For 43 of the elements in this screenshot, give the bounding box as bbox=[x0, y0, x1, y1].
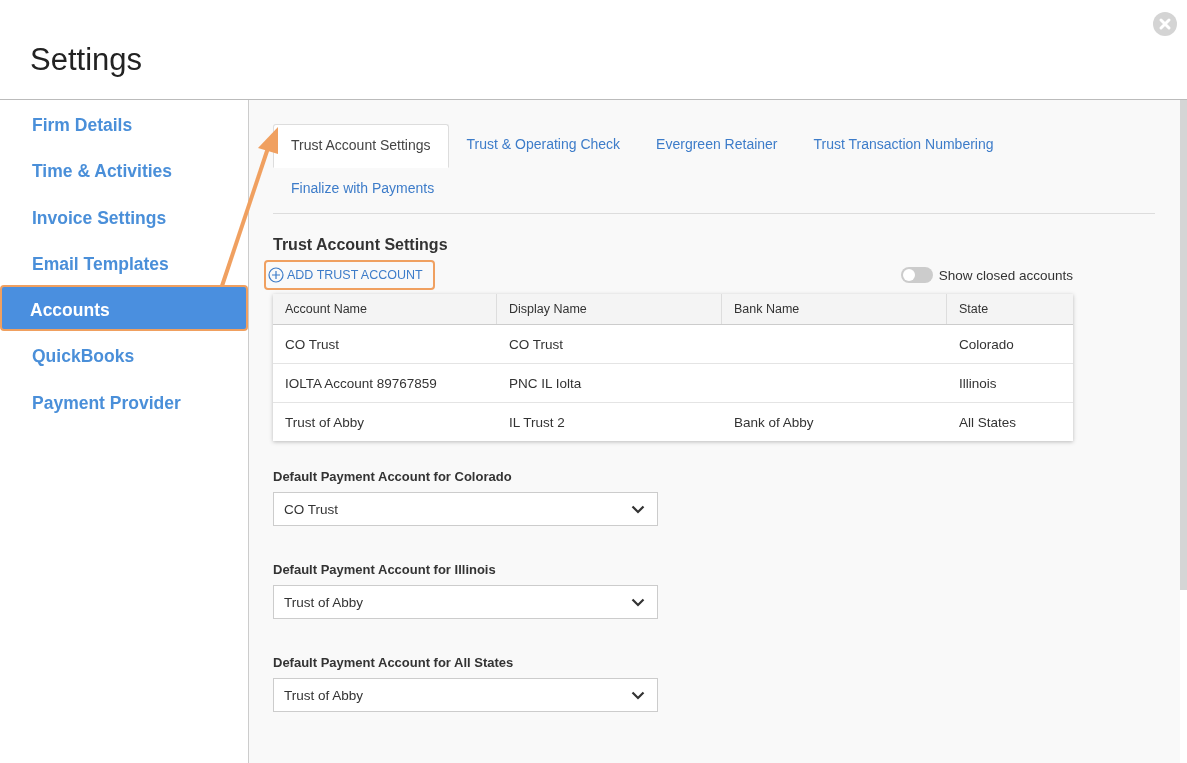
table-cell: Trust of Abby bbox=[285, 414, 365, 430]
field-label: Default Payment Account for All States bbox=[273, 655, 515, 670]
table-cell: Colorado bbox=[959, 336, 1014, 352]
sidebar-item[interactable]: Time & Activities bbox=[0, 146, 248, 193]
chevron-down-icon bbox=[631, 504, 645, 514]
tab[interactable]: Evergreen Retainer bbox=[638, 124, 796, 165]
table-cell: Illinois bbox=[959, 375, 997, 391]
tab[interactable]: Trust Transaction Numbering bbox=[795, 124, 1012, 165]
toggle-switch[interactable] bbox=[900, 267, 933, 283]
account-dropdown[interactable]: Trust of Abby bbox=[273, 678, 658, 712]
add-trust-account-button[interactable]: ADD TRUST ACCOUNT bbox=[264, 260, 435, 290]
table-cell: IL Trust 2 bbox=[509, 414, 565, 430]
column-header: State bbox=[958, 301, 990, 318]
table-cell: IOLTA Account 89767859 bbox=[285, 375, 437, 391]
table-cell: All States bbox=[959, 414, 1017, 430]
column-header: Bank Name bbox=[722, 294, 947, 324]
sidebar-item[interactable]: Firm Details bbox=[0, 100, 248, 147]
field-label: Default Payment Account for Colorado bbox=[273, 469, 513, 484]
sidebar-item[interactable]: QuickBooks bbox=[0, 331, 248, 378]
section-title: Trust Account Settings bbox=[273, 236, 449, 254]
chevron-down-icon bbox=[631, 690, 645, 700]
scrollbar[interactable] bbox=[1180, 100, 1187, 590]
table-cell: CO Trust bbox=[509, 336, 563, 352]
toggle-label: Show closed accounts bbox=[938, 267, 1073, 283]
window-title: Settings bbox=[30, 42, 142, 78]
tab[interactable]: Finalize with Payments bbox=[273, 168, 453, 209]
table-cell: Bank of Abby bbox=[734, 414, 814, 430]
sidebar-item[interactable]: Payment Provider bbox=[0, 377, 248, 425]
plus-circle-icon bbox=[268, 267, 284, 283]
chevron-down-icon bbox=[631, 597, 645, 607]
account-dropdown[interactable]: Trust of Abby bbox=[273, 585, 658, 619]
sidebar-item[interactable]: Invoice Settings bbox=[0, 192, 248, 239]
tab[interactable]: Trust & Operating Check bbox=[448, 124, 639, 165]
column-header: Display Name bbox=[497, 294, 722, 324]
close-icon[interactable] bbox=[1153, 12, 1177, 36]
table-cell: PNC IL Iolta bbox=[509, 375, 582, 391]
tab[interactable]: Trust Account Settings bbox=[273, 124, 449, 168]
sidebar-item[interactable]: Accounts bbox=[0, 285, 248, 332]
field-label: Default Payment Account for Illinois bbox=[273, 562, 497, 577]
column-header: Account Name bbox=[273, 294, 497, 324]
table-cell: CO Trust bbox=[285, 336, 339, 352]
sidebar-item[interactable]: Email Templates bbox=[0, 238, 248, 286]
account-dropdown[interactable]: CO Trust bbox=[273, 492, 658, 526]
